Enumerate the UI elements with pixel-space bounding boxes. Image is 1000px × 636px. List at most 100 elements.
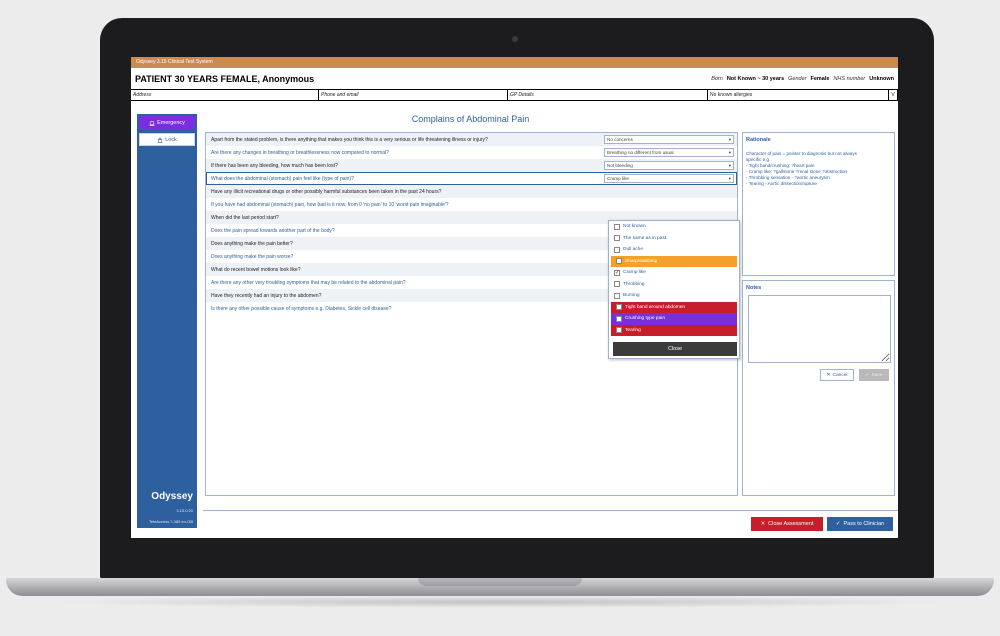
emergency-label: Emergency bbox=[157, 119, 185, 126]
notes-save-button[interactable]: ✓ Save bbox=[859, 369, 889, 381]
gp-cell[interactable]: GP Details bbox=[508, 90, 708, 100]
dropdown-option-danger[interactable]: Tearing bbox=[611, 324, 737, 336]
option-checkbox[interactable] bbox=[614, 292, 620, 299]
expand-info-button[interactable]: V bbox=[889, 90, 898, 100]
question-row[interactable]: Apart from the stated problem, is there … bbox=[206, 133, 737, 146]
option-label: Dull ache bbox=[623, 247, 643, 253]
answer-select[interactable]: Not bleeding ▾ bbox=[604, 161, 734, 170]
question-row[interactable]: If you have had abdominal (stomach) pain… bbox=[206, 198, 737, 211]
rationale-panel: Rationale Character of pain = pointer to… bbox=[742, 132, 895, 276]
close-icon: ✕ bbox=[760, 521, 766, 527]
option-checkbox[interactable] bbox=[614, 235, 620, 242]
cancel-label: Cancel bbox=[832, 372, 848, 378]
option-label: The same as in past bbox=[623, 235, 667, 241]
question-row[interactable]: If there has been any bleeding, how much… bbox=[206, 159, 737, 172]
app-window: Odyssey 3.15 Clinical Test System PATIEN… bbox=[131, 57, 898, 538]
question-row[interactable]: Have any illicit recreational drugs or o… bbox=[206, 185, 737, 198]
option-checkbox-checked[interactable]: ✓ bbox=[614, 269, 620, 276]
question-text: Have any illicit recreational drugs or o… bbox=[211, 188, 442, 195]
answer-value: No concerns bbox=[607, 137, 633, 142]
main-area: Emergency Lock Odyssey 3.15.0.20 TeleAcc… bbox=[131, 102, 898, 538]
dropdown-close-button[interactable]: Close bbox=[613, 342, 737, 356]
lock-icon bbox=[158, 137, 163, 143]
born-label: Born bbox=[711, 75, 723, 82]
close-assessment-button[interactable]: ✕ Close Assessment bbox=[751, 517, 823, 531]
lock-button[interactable]: Lock bbox=[139, 133, 195, 146]
patient-info-row: Address Phone and email GP Details No kn… bbox=[131, 90, 898, 101]
answer-value: Cramp like bbox=[607, 176, 629, 181]
window-title: Odyssey 3.15 Clinical Test System bbox=[136, 59, 213, 65]
rationale-line: - Tearing - Aortic dissection/rupture bbox=[746, 181, 817, 186]
dropdown-option-selected[interactable]: ✓ Cramp like bbox=[609, 267, 739, 279]
laptop-notch bbox=[418, 578, 582, 586]
question-text: Apart from the stated problem, is there … bbox=[211, 136, 488, 143]
answer-value: Breathing no different from usual bbox=[607, 150, 674, 155]
sidebar-panel: Emergency Lock Odyssey 3.15.0.20 TeleAcc… bbox=[137, 114, 197, 528]
allergies-cell[interactable]: No known allergies bbox=[708, 90, 889, 100]
app-brand: Odyssey bbox=[151, 491, 193, 502]
alarm-icon bbox=[149, 120, 155, 126]
patient-name: PATIENT 30 YEARS FEMALE, Anonymous bbox=[135, 73, 315, 84]
dropdown-option[interactable]: Not known bbox=[609, 221, 739, 233]
phone-cell[interactable]: Phone and email bbox=[319, 90, 508, 100]
question-row[interactable]: Are there any changes in breathing or br… bbox=[206, 146, 737, 159]
app-version: 3.15.0.20 bbox=[176, 508, 193, 513]
option-label: Tight band around abdomen bbox=[625, 304, 686, 310]
dropdown-option[interactable]: Throbbing bbox=[609, 279, 739, 291]
pass-to-clinician-label: Pass to Clinician bbox=[843, 521, 885, 527]
option-label: Not known bbox=[623, 224, 646, 230]
patient-banner: PATIENT 30 YEARS FEMALE, Anonymous Born … bbox=[131, 68, 898, 90]
answer-select[interactable]: Breathing no different from usual ▾ bbox=[604, 148, 734, 157]
option-label: Burning bbox=[623, 293, 640, 299]
dropdown-option[interactable]: Burning bbox=[609, 290, 739, 302]
patient-details: Born Not Known ~ 30 years Gender Female … bbox=[711, 76, 894, 82]
dropdown-option-warning[interactable]: Sharp/stabbing bbox=[611, 255, 737, 267]
webcam bbox=[512, 36, 518, 42]
option-checkbox[interactable] bbox=[614, 281, 620, 288]
question-text: What does the abdominal (stomach) pain f… bbox=[211, 175, 354, 182]
answer-select-open[interactable]: Cramp like ▾ bbox=[604, 174, 734, 183]
close-assessment-label: Close Assessment bbox=[768, 521, 814, 527]
notes-cancel-button[interactable]: ✕ Cancel bbox=[820, 369, 854, 381]
question-row-active[interactable]: What does the abdominal (stomach) pain f… bbox=[206, 172, 737, 185]
answer-value: Not bleeding bbox=[607, 163, 633, 168]
save-label: Save bbox=[871, 372, 883, 378]
option-checkbox[interactable] bbox=[616, 304, 622, 311]
check-icon: ✓ bbox=[865, 372, 870, 378]
address-cell[interactable]: Address bbox=[131, 90, 319, 100]
sidebar: Emergency Lock Odyssey 3.15.0.20 TeleAcc… bbox=[131, 102, 203, 538]
notes-title: Notes bbox=[746, 285, 762, 291]
option-checkbox[interactable] bbox=[616, 315, 622, 322]
question-text: If there has been any bleeding, how much… bbox=[211, 162, 338, 169]
questions-panel: Apart from the stated problem, is there … bbox=[205, 132, 740, 496]
option-label: Cramp like bbox=[623, 270, 646, 276]
nhs-label: NHS number bbox=[833, 75, 866, 82]
window-titlebar: Odyssey 3.15 Clinical Test System bbox=[131, 57, 898, 68]
option-checkbox[interactable] bbox=[616, 327, 622, 334]
emergency-button[interactable]: Emergency bbox=[139, 116, 195, 129]
notes-textarea[interactable] bbox=[748, 295, 891, 363]
option-label: Throbbing bbox=[623, 281, 645, 287]
option-checkbox[interactable] bbox=[616, 258, 622, 265]
close-icon: ✕ bbox=[826, 372, 831, 378]
answer-select[interactable]: No concerns ▾ bbox=[604, 135, 734, 144]
dropdown-option-danger[interactable]: Tight band around abdomen bbox=[611, 301, 737, 313]
born-value: Not Known ~ 30 years bbox=[726, 75, 785, 82]
option-checkbox[interactable] bbox=[614, 246, 620, 253]
chevron-down-icon: ▾ bbox=[728, 162, 731, 168]
chevron-down-icon: ▾ bbox=[728, 149, 731, 155]
pass-to-clinician-button[interactable]: ✓ Pass to Clinician bbox=[827, 517, 893, 531]
pain-type-dropdown: Not known The same as in past Dull ache … bbox=[608, 220, 740, 359]
dropdown-option[interactable]: Dull ache bbox=[609, 244, 739, 256]
check-icon: ✓ bbox=[835, 521, 841, 527]
option-label: Tearing bbox=[625, 327, 641, 333]
dropdown-option-emergency[interactable]: Crushing type pain bbox=[611, 313, 737, 325]
option-label: Crushing type pain bbox=[625, 316, 665, 322]
rationale-title: Rationale bbox=[746, 137, 771, 143]
page-title: Complains of Abdominal Pain bbox=[411, 114, 530, 124]
gender-label: Gender bbox=[788, 75, 807, 82]
option-checkbox[interactable] bbox=[614, 223, 620, 230]
chevron-down-icon: ▾ bbox=[728, 175, 731, 181]
notes-panel: Notes ✕ Cancel ✓ Save bbox=[742, 280, 895, 496]
dropdown-option[interactable]: The same as in past bbox=[609, 233, 739, 245]
